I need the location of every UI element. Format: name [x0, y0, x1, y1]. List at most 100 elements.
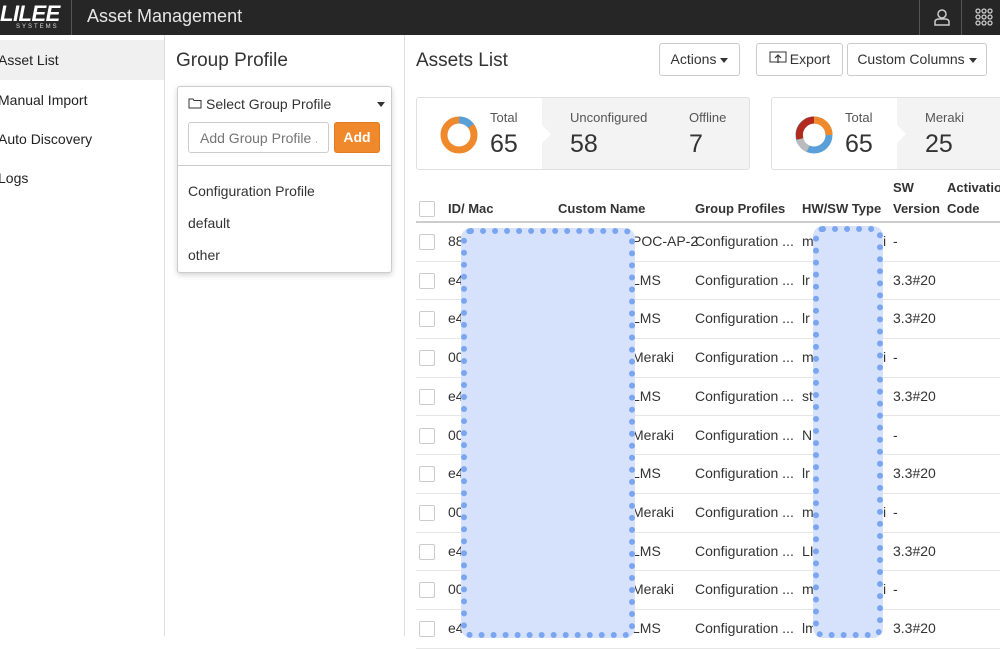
sidebar-item-asset-list[interactable]: Asset List — [0, 40, 164, 80]
row-checkbox[interactable] — [419, 582, 435, 599]
cell-group-profile: Configuration ... — [695, 581, 794, 598]
assets-list-title: Assets List — [416, 50, 508, 71]
assets-panel: Assets List Actions Export Custom Column… — [405, 35, 1000, 649]
row-checkbox[interactable] — [419, 388, 435, 405]
card-total-section — [772, 98, 897, 169]
column-header-id-mac[interactable]: ID/ Mac — [448, 198, 494, 219]
group-profile-title: Group Profile — [176, 50, 288, 71]
total-label: Total — [845, 110, 873, 125]
row-checkbox[interactable] — [419, 427, 435, 444]
redaction-block — [461, 228, 635, 638]
row-checkbox[interactable] — [419, 466, 435, 483]
cell-sw-version: 3.3#20 — [893, 620, 936, 636]
cell-group-profile: Configuration ... — [695, 620, 794, 636]
cell-sw-version: 3.3#20 — [893, 310, 936, 327]
offline-label: Offline — [689, 110, 727, 125]
add-group-profile-button[interactable]: Add — [334, 122, 380, 153]
cell-custom-name: LMS — [632, 620, 661, 636]
sidebar-item-label: Asset List — [0, 52, 59, 68]
cell-group-profile: Configuration ... — [695, 465, 794, 482]
sidebar-item-manual-import[interactable]: Manual Import — [0, 80, 164, 120]
custom-columns-label: Custom Columns — [857, 51, 965, 67]
cell-sw-version: 3.3#20 — [893, 542, 936, 559]
custom-columns-button[interactable]: Custom Columns — [847, 43, 987, 76]
column-header-custom-name[interactable]: Custom Name — [558, 198, 645, 219]
cell-group-profile: Configuration ... — [695, 349, 794, 366]
cell-group-profile: Configuration ... — [695, 271, 794, 288]
divider — [178, 165, 391, 166]
cell-sw-version: - — [893, 233, 898, 249]
cell-sw-version: - — [893, 581, 898, 598]
group-profile-option[interactable]: default — [188, 215, 230, 231]
column-header-sw-version-line2[interactable]: Version — [893, 198, 940, 219]
offline-value: 7 — [689, 130, 703, 158]
select-group-profile[interactable]: Select Group Profile — [188, 95, 385, 115]
cell-group-profile: Configuration ... — [695, 310, 794, 327]
cell-group-profile: Configuration ... — [695, 233, 794, 249]
column-header-group-profiles[interactable]: Group Profiles — [695, 198, 785, 219]
vendor-donut-chart — [795, 116, 833, 154]
apps-grid-icon — [975, 8, 993, 26]
sidebar: Asset List Manual Import Auto Discovery … — [0, 35, 165, 636]
column-header-hw-sw-type[interactable]: HW/SW Type — [802, 198, 881, 219]
cell-custom-name: Meraki — [632, 503, 675, 520]
actions-button[interactable]: Actions — [659, 43, 740, 76]
brand-logo[interactable]: LILEE SYSTEMS — [0, 0, 72, 35]
select-group-profile-label: Select Group Profile — [206, 96, 332, 112]
user-button[interactable] — [919, 0, 961, 35]
row-checkbox[interactable] — [419, 504, 435, 521]
select-all-checkbox[interactable] — [419, 201, 435, 217]
cell-custom-name: LMS — [632, 542, 661, 559]
meraki-label: Meraki — [925, 110, 965, 125]
vendor-summary-card: Total 65 Meraki 25 — [771, 97, 1000, 170]
total-label: Total — [490, 110, 518, 125]
unconfigured-value: 58 — [570, 130, 598, 158]
top-bar: LILEE SYSTEMS Asset Management — [0, 0, 1000, 35]
cell-custom-name: LMS — [632, 310, 661, 327]
cell-sw-version: 3.3#20 — [893, 387, 936, 404]
caret-down-icon — [720, 57, 729, 63]
caret-down-icon — [377, 102, 385, 107]
sidebar-item-logs[interactable]: Logs — [0, 158, 164, 198]
sidebar-item-auto-discovery[interactable]: Auto Discovery — [0, 119, 164, 159]
column-header-activation-line2[interactable]: Code — [947, 198, 980, 219]
cell-custom-name: LMS — [632, 387, 661, 404]
cell-sw-version: 3.3#20 — [893, 271, 936, 288]
row-checkbox[interactable] — [419, 350, 435, 367]
cell-sw-version: - — [893, 426, 898, 443]
row-checkbox[interactable] — [419, 311, 435, 328]
sidebar-item-label: Logs — [0, 170, 29, 186]
redaction-block — [813, 226, 883, 638]
cell-custom-name: POC-AP-2 — [632, 233, 699, 249]
column-header-sw-version-line1[interactable]: SW — [893, 177, 914, 198]
actions-label: Actions — [670, 51, 717, 67]
unconfigured-label: Unconfigured — [570, 110, 648, 125]
apps-button[interactable] — [961, 0, 1000, 35]
cell-group-profile: Configuration ... — [695, 426, 794, 443]
cell-sw-version: - — [893, 503, 898, 520]
cell-custom-name: Meraki — [632, 581, 675, 598]
card-arrow — [896, 124, 906, 144]
row-checkbox[interactable] — [419, 234, 435, 250]
column-header-activation-line1[interactable]: Activation — [947, 177, 1000, 198]
row-checkbox[interactable] — [419, 621, 435, 637]
row-checkbox[interactable] — [419, 543, 435, 560]
card-arrow — [541, 124, 551, 144]
group-profile-option[interactable]: Configuration Profile — [188, 183, 315, 199]
meraki-value: 25 — [925, 130, 953, 158]
cell-custom-name: Meraki — [632, 426, 675, 443]
cell-group-profile: Configuration ... — [695, 542, 794, 559]
row-checkbox[interactable] — [419, 272, 435, 289]
export-button[interactable]: Export — [756, 43, 843, 76]
group-profile-option[interactable]: other — [188, 247, 220, 263]
status-summary-card: Total 65 Unconfigured 58 Offline 7 — [416, 97, 750, 170]
app-title: Asset Management — [87, 6, 243, 26]
user-icon — [934, 9, 950, 26]
cell-sw-version: 3.3#20 — [893, 465, 936, 482]
status-donut-chart — [440, 116, 478, 154]
add-group-profile-input[interactable] — [188, 122, 329, 153]
logo-subtext: SYSTEMS — [16, 24, 59, 30]
card-total-section — [417, 98, 542, 169]
sidebar-item-label: Manual Import — [0, 92, 88, 108]
cell-sw-version: - — [893, 349, 898, 366]
